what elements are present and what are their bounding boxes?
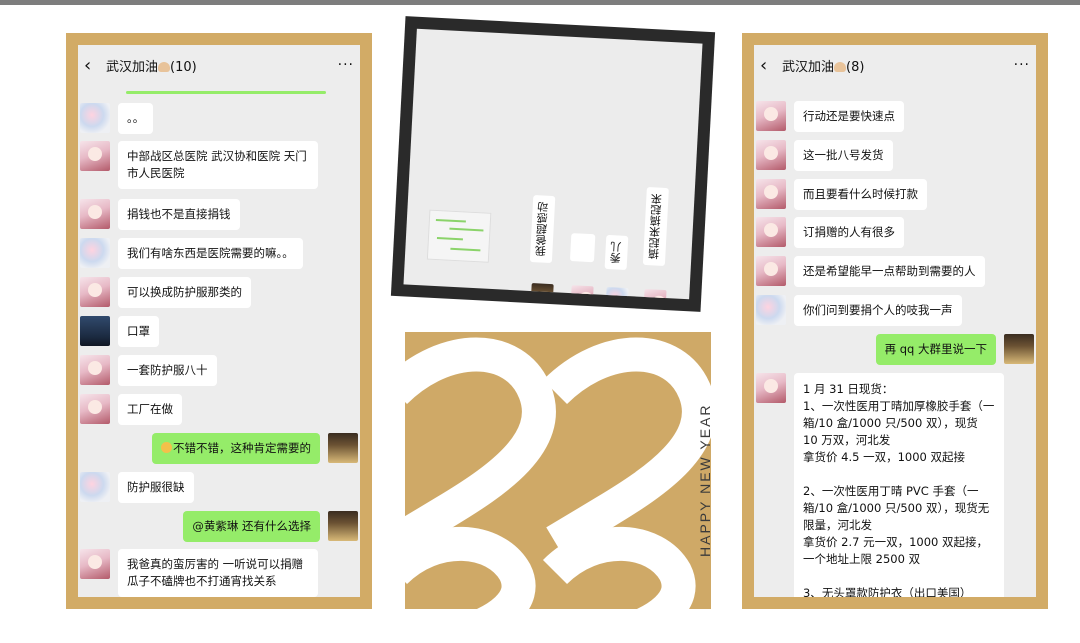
- avatar[interactable]: [80, 394, 110, 424]
- message-bubble[interactable]: 订捐赠的人有很多: [794, 217, 904, 248]
- avatar: [605, 286, 629, 300]
- chat-title: 武汉加油 (10): [102, 56, 338, 75]
- thumbs-up-icon: [569, 233, 596, 263]
- message-bubble[interactable]: 捐钱也不是直接捐钱: [118, 199, 240, 230]
- chat-message: 还是希望能早一点帮助到需要的人: [754, 256, 1036, 287]
- chat-header: ‹ 武汉加油 (10) ···: [78, 45, 360, 85]
- message-bubble[interactable]: 还是希望能早一点帮助到需要的人: [794, 256, 985, 287]
- avatar[interactable]: [756, 179, 786, 209]
- member-count: (8): [846, 59, 865, 75]
- avatar: [643, 288, 667, 300]
- chat-message: 行动还是要快速点: [754, 101, 1036, 132]
- right-chat-screen: ‹ 武汉加油 (8) ··· 行动还是要快速点 这一批八号发货 而且要看什么时候打…: [754, 45, 1036, 597]
- message-bubble[interactable]: 口罩: [118, 316, 159, 347]
- message-bubble[interactable]: 防护服很缺: [118, 472, 194, 503]
- chat-message-mine: @黄紫琳 还有什么选择: [78, 511, 360, 542]
- message-bubble[interactable]: 这一批八号发货: [794, 140, 893, 171]
- chat-message: 捐钱也不是直接捐钱: [78, 199, 360, 230]
- message-bubble[interactable]: 我爸真的蛮厉害的 一听说可以捐赠瓜子不磕牌也不打通宵找关系: [118, 549, 318, 597]
- avatar: [530, 283, 554, 300]
- avatar: [570, 285, 594, 300]
- chat-message: 我爸真的蛮厉害的 一听说可以捐赠瓜子不磕牌也不打通宵找关系: [78, 549, 360, 597]
- right-chat-frame: ‹ 武汉加油 (8) ··· 行动还是要快速点 这一批八号发货 而且要看什么时候打…: [742, 33, 1048, 609]
- avatar[interactable]: [80, 549, 110, 579]
- avatar[interactable]: [80, 277, 110, 307]
- rotated-message-bubble: 搞起来搞起来: [642, 186, 669, 266]
- chat-message: 我们有啥东西是医院需要的嘛。。: [78, 238, 360, 269]
- avatar[interactable]: [80, 316, 110, 346]
- chat-message: 订捐赠的人有很多: [754, 217, 1036, 248]
- message-bubble[interactable]: 工厂在做: [118, 394, 182, 425]
- chat-message: 可以换成防护服那类的: [78, 277, 360, 308]
- avatar-self[interactable]: [328, 511, 358, 541]
- smile-emoji-icon: [161, 442, 172, 453]
- avatar[interactable]: [80, 238, 110, 268]
- chat-message: 而且要看什么时候打款: [754, 179, 1036, 210]
- back-arrow-icon[interactable]: ‹: [760, 55, 778, 76]
- chat-message: 中部战区总医院 武汉协和医院 天门市人民医院: [78, 141, 360, 189]
- unread-indicator: [126, 91, 326, 94]
- avatar[interactable]: [80, 355, 110, 385]
- avatar[interactable]: [756, 373, 786, 403]
- message-text: 不错不错，这种肯定需要的: [173, 441, 311, 455]
- message-bubble[interactable]: 一套防护服八十: [118, 355, 217, 386]
- top-border: [0, 0, 1080, 5]
- back-arrow-icon[interactable]: ‹: [84, 55, 102, 76]
- message-bubble-mine[interactable]: 不错不错，这种肯定需要的: [152, 433, 320, 464]
- avatar[interactable]: [80, 103, 110, 133]
- message-bubble[interactable]: 中部战区总医院 武汉协和医院 天门市人民医院: [118, 141, 318, 189]
- message-bubble[interactable]: 1 月 31 日现货： 1、一次性医用丁晴加厚橡胶手套（一箱/10 盒/1000…: [794, 373, 1004, 597]
- left-chat-screen: ‹ 武汉加油 (10) ··· 。。 中部战区总医院 武汉协和医院 天门市人民医院…: [78, 45, 360, 597]
- tilted-chat-photo: 我爸超感动 秀儿 搞起来搞起来: [390, 16, 716, 312]
- avatar[interactable]: [80, 472, 110, 502]
- chat-message: 。。: [78, 103, 360, 134]
- rotated-message-bubble: 我爸超感动: [529, 195, 556, 264]
- avatar[interactable]: [756, 140, 786, 170]
- message-bubble[interactable]: 。。: [118, 103, 154, 134]
- member-count: (10): [170, 59, 197, 75]
- more-options-icon[interactable]: ···: [1014, 57, 1030, 73]
- message-bubble[interactable]: 我们有啥东西是医院需要的嘛。。: [118, 238, 303, 269]
- avatar[interactable]: [756, 295, 786, 325]
- avatar[interactable]: [80, 141, 110, 171]
- avatar[interactable]: [756, 217, 786, 247]
- year-digits-graphic: [405, 337, 711, 609]
- chat-message: 工厂在做: [78, 394, 360, 425]
- chat-message-mine: 再 qq 大群里说一下: [754, 334, 1036, 365]
- avatar-self[interactable]: [328, 433, 358, 463]
- chat-message-mine: 不错不错，这种肯定需要的: [78, 433, 360, 464]
- flexed-arm-emoji-icon: [834, 61, 847, 72]
- chat-message: 口罩: [78, 316, 360, 347]
- message-bubble-mine[interactable]: 再 qq 大群里说一下: [875, 334, 996, 365]
- message-bubble[interactable]: 行动还是要快速点: [794, 101, 904, 132]
- message-bubble[interactable]: 而且要看什么时候打款: [794, 179, 927, 210]
- tilted-photo-content: 我爸超感动 秀儿 搞起来搞起来: [403, 28, 703, 300]
- chat-title: 武汉加油 (8): [778, 56, 1014, 75]
- avatar[interactable]: [756, 256, 786, 286]
- chat-message: 防护服很缺: [78, 472, 360, 503]
- happy-new-year-text: HAPPY NEW YEAR: [697, 403, 711, 557]
- more-options-icon[interactable]: ···: [338, 57, 354, 73]
- mini-chat-thumbnail: [426, 209, 492, 263]
- chat-header: ‹ 武汉加油 (8) ···: [754, 45, 1036, 85]
- left-chat-frame: ‹ 武汉加油 (10) ··· 。。 中部战区总医院 武汉协和医院 天门市人民医院…: [66, 33, 372, 609]
- avatar[interactable]: [756, 101, 786, 131]
- chat-message: 你们问到要捐个人的吱我一声: [754, 295, 1036, 326]
- message-bubble-mine[interactable]: @黄紫琳 还有什么选择: [183, 511, 320, 542]
- chat-message: 一套防护服八十: [78, 355, 360, 386]
- rotated-message-bubble: 秀儿: [604, 234, 629, 270]
- new-year-card: HAPPY NEW YEAR: [405, 332, 711, 609]
- message-bubble[interactable]: 你们问到要捐个人的吱我一声: [794, 295, 962, 326]
- chat-message: 1 月 31 日现货： 1、一次性医用丁晴加厚橡胶手套（一箱/10 盒/1000…: [754, 373, 1036, 597]
- chat-message: 这一批八号发货: [754, 140, 1036, 171]
- chat-title-text: 武汉加油: [106, 59, 159, 75]
- avatar[interactable]: [80, 199, 110, 229]
- flexed-arm-emoji-icon: [158, 61, 171, 72]
- chat-title-text: 武汉加油: [782, 59, 835, 75]
- avatar-self[interactable]: [1004, 334, 1034, 364]
- message-bubble[interactable]: 可以换成防护服那类的: [118, 277, 251, 308]
